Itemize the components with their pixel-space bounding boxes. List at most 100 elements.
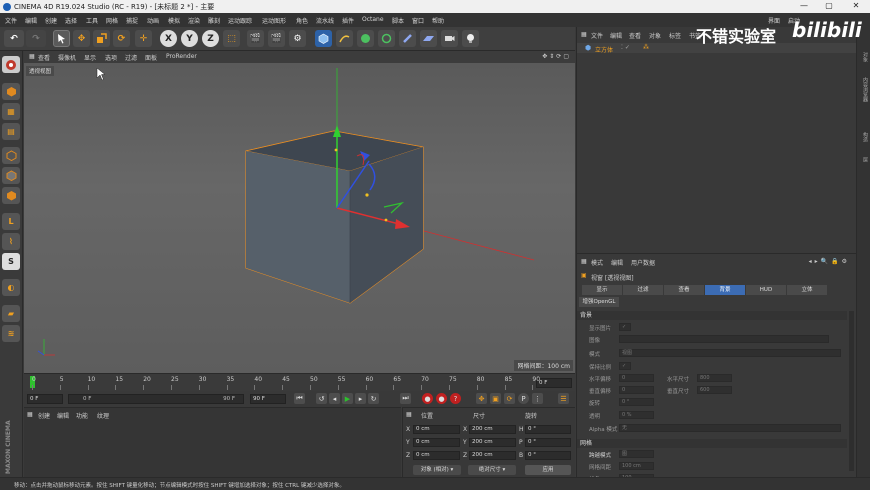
material-menu-item[interactable]: 功能 bbox=[76, 411, 88, 420]
visibility-toggle-icon[interactable]: ⁚ ✓ bbox=[621, 44, 630, 51]
viewport-navigation-icons[interactable]: ✥⇕⟳▢ bbox=[542, 53, 571, 60]
position-key-icon[interactable]: ✥ bbox=[476, 393, 487, 404]
background-setting-value[interactable]: 0 bbox=[619, 386, 654, 394]
attribute-tab[interactable]: 查看 bbox=[664, 285, 704, 295]
workplane-icon[interactable]: ▤ bbox=[2, 123, 20, 140]
start-frame-field[interactable]: 0 F bbox=[27, 394, 63, 404]
menu-item[interactable]: 窗口 bbox=[412, 16, 424, 25]
polygons-mode-icon[interactable] bbox=[2, 187, 20, 204]
menu-item[interactable]: 运动图形 bbox=[262, 16, 286, 25]
coordinate-system-icon[interactable]: ⬚ bbox=[223, 30, 240, 47]
record-active-objects-icon[interactable]: ● bbox=[422, 393, 433, 404]
material-menu-item[interactable]: 创建 bbox=[38, 411, 50, 420]
perspective-viewport[interactable]: 透视视图 网格间距：100 cm bbox=[24, 63, 575, 373]
apply-button[interactable]: 应用 bbox=[525, 465, 571, 475]
position-field[interactable]: 0 cm bbox=[413, 425, 460, 434]
undo-button[interactable]: ↶ bbox=[4, 30, 24, 47]
attribute-nav-icons[interactable]: ◂▸🔍🔒⚙ bbox=[809, 258, 850, 265]
menu-item[interactable]: 创建 bbox=[45, 16, 57, 25]
menu-item[interactable]: 捕捉 bbox=[126, 16, 138, 25]
menu-item[interactable]: 工具 bbox=[86, 16, 98, 25]
menu-item[interactable]: 插件 bbox=[342, 16, 354, 25]
background-setting-value[interactable]: 0 ° bbox=[619, 398, 654, 406]
attribute-tab[interactable]: 过滤 bbox=[623, 285, 663, 295]
menu-item[interactable]: Octane bbox=[362, 16, 384, 23]
background-setting-value[interactable]: ✓ bbox=[619, 362, 631, 370]
scale-tool-icon[interactable] bbox=[93, 30, 110, 47]
frame-range-slider[interactable]: 0 F 90 F bbox=[68, 394, 244, 404]
material-menu-item[interactable]: 纹理 bbox=[97, 411, 109, 420]
make-editable-icon[interactable] bbox=[2, 56, 20, 73]
tweak-mode-icon[interactable]: ⌇ bbox=[2, 233, 20, 250]
object-menu-item[interactable]: 对象 bbox=[649, 31, 661, 40]
planar-workplane-icon[interactable]: ▰ bbox=[2, 305, 20, 322]
keyframe-selection-icon[interactable]: ? bbox=[450, 393, 461, 404]
maximize-button[interactable]: ▢ bbox=[819, 1, 839, 10]
rotation-field[interactable]: 0 ° bbox=[525, 451, 571, 460]
go-to-end-icon[interactable]: ⏭ bbox=[400, 393, 411, 404]
attribute-menu-item[interactable]: 模式 bbox=[591, 258, 603, 267]
rotate-tool-icon[interactable]: ⟳ bbox=[113, 30, 130, 47]
array-icon[interactable] bbox=[378, 30, 395, 47]
subdivision-surface-icon[interactable] bbox=[357, 30, 374, 47]
position-field[interactable]: 0 cm bbox=[413, 451, 460, 460]
recent-tool-icon[interactable]: ✛ bbox=[135, 30, 152, 47]
grid-setting-value[interactable]: 图 bbox=[619, 450, 654, 458]
rotation-key-icon[interactable]: ⟳ bbox=[504, 393, 515, 404]
next-frame-icon[interactable]: ▸ bbox=[355, 393, 366, 404]
menu-item[interactable]: 模拟 bbox=[168, 16, 180, 25]
dock-tab[interactable]: 构造 bbox=[859, 132, 869, 142]
model-mode-icon[interactable] bbox=[2, 83, 20, 100]
go-to-start-icon[interactable]: ⏮ bbox=[294, 393, 305, 404]
menu-item[interactable]: 雕刻 bbox=[208, 16, 220, 25]
parameter-key-icon[interactable]: P bbox=[518, 393, 529, 404]
locked-workplane-icon[interactable]: ◐ bbox=[2, 279, 20, 296]
snap-icon[interactable]: S bbox=[2, 253, 20, 270]
attribute-tab-enhanced-opengl[interactable]: 增强OpenGL bbox=[579, 297, 619, 307]
timeline-menu-icon[interactable]: ☰ bbox=[558, 393, 569, 404]
redo-button[interactable]: ↷ bbox=[26, 30, 46, 47]
viewport-menu-item[interactable]: 过滤 bbox=[125, 53, 137, 62]
previous-key-icon[interactable]: ↺ bbox=[316, 393, 327, 404]
camera-icon[interactable] bbox=[441, 30, 458, 47]
size-field[interactable]: 200 cm bbox=[469, 451, 516, 460]
move-tool-icon[interactable]: ✥ bbox=[73, 30, 90, 47]
attribute-tab[interactable]: 背景 bbox=[705, 285, 745, 295]
material-menu-item[interactable]: 编辑 bbox=[57, 411, 69, 420]
cube-primitive-icon[interactable] bbox=[315, 30, 332, 47]
menu-item[interactable]: 动画 bbox=[147, 16, 159, 25]
background-setting-value[interactable]: 600 bbox=[697, 386, 732, 394]
background-setting-value[interactable]: 无 bbox=[619, 424, 841, 432]
dock-tab[interactable]: 层 bbox=[859, 157, 869, 162]
edges-mode-icon[interactable] bbox=[2, 167, 20, 184]
dock-tab[interactable]: 对象 bbox=[859, 52, 869, 62]
menu-item[interactable]: 网格 bbox=[106, 16, 118, 25]
scene-canvas[interactable] bbox=[24, 63, 575, 373]
menu-item[interactable]: 运动跟踪 bbox=[228, 16, 252, 25]
background-setting-value[interactable]: ✓ bbox=[619, 323, 631, 331]
menu-item[interactable]: 角色 bbox=[296, 16, 308, 25]
viewport-menu-item[interactable]: 查看 bbox=[38, 53, 50, 62]
attribute-tab[interactable]: 显示 bbox=[582, 285, 622, 295]
menu-item[interactable]: 编辑 bbox=[25, 16, 37, 25]
viewport-menu-item[interactable]: 摄像机 bbox=[58, 53, 76, 62]
coordinate-mode-dropdown[interactable]: 对象 (相对) ▾ bbox=[413, 465, 461, 475]
previous-frame-icon[interactable]: ◂ bbox=[329, 393, 340, 404]
rotation-field[interactable]: 0 ° bbox=[525, 438, 571, 447]
light-icon[interactable] bbox=[462, 30, 479, 47]
menu-item[interactable]: 渲染 bbox=[188, 16, 200, 25]
menu-item[interactable]: 脚本 bbox=[392, 16, 404, 25]
layers-icon[interactable]: ≋ bbox=[2, 325, 20, 342]
size-mode-dropdown[interactable]: 绝对尺寸 ▾ bbox=[468, 465, 516, 475]
floor-icon[interactable] bbox=[420, 30, 437, 47]
y-axis-lock-button[interactable]: Y bbox=[181, 30, 198, 47]
phong-tag-icon[interactable]: ⁂ bbox=[643, 44, 649, 51]
viewport-menu-item[interactable]: 显示 bbox=[84, 53, 96, 62]
background-setting-value[interactable] bbox=[619, 335, 829, 343]
background-setting-value[interactable]: 0 % bbox=[619, 411, 654, 419]
dock-tab[interactable]: 内容浏览器 bbox=[859, 77, 869, 102]
size-field[interactable]: 200 cm bbox=[469, 425, 516, 434]
deformer-icon[interactable] bbox=[399, 30, 416, 47]
pen-spline-icon[interactable] bbox=[336, 30, 353, 47]
background-setting-value[interactable]: 0 bbox=[619, 374, 654, 382]
